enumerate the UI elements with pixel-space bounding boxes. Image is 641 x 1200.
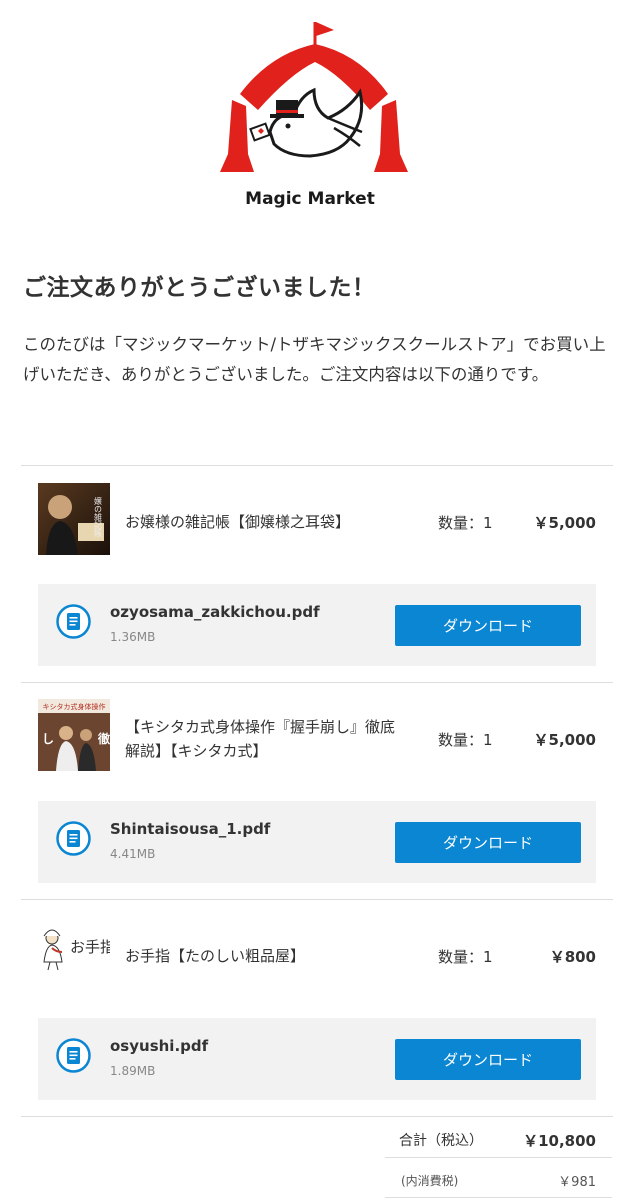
download-button[interactable]: ダウンロード: [395, 822, 581, 863]
total-value: ￥10,800: [523, 1132, 596, 1150]
document-icon: [55, 1037, 92, 1074]
file-size: 4.41MB: [110, 847, 156, 861]
file-size: 1.36MB: [110, 630, 156, 644]
order-item-3: お手指 お手指【たのしい粗品屋】 数量：1 ￥800: [21, 900, 613, 1010]
svg-text:徹: 徹: [97, 731, 110, 746]
order-item-1: 嬢の雑記帳 お嬢様の雑記帳【御嬢様之耳袋】 数量：1 ￥5,000: [21, 466, 613, 576]
file-name: Shintaisousa_1.pdf: [110, 820, 271, 838]
svg-text:し: し: [42, 732, 54, 746]
file-download-box: osyushi.pdf 1.89MB ダウンロード: [38, 1018, 596, 1100]
item-price: ￥800: [549, 948, 596, 966]
brand-wordmark: Magic Market: [245, 189, 375, 209]
item-quantity: 数量：1: [438, 514, 493, 532]
item-name[interactable]: 【キシタカ式身体操作『握手崩し』徹底解説】【キシタカ式】: [125, 715, 395, 763]
download-button[interactable]: ダウンロード: [395, 1039, 581, 1080]
file-name: osyushi.pdf: [110, 1037, 209, 1055]
document-icon: [55, 603, 92, 640]
item-quantity: 数量：1: [438, 948, 493, 966]
item-name[interactable]: お手指【たのしい粗品屋】: [125, 944, 405, 968]
item-price: ￥5,000: [533, 514, 596, 532]
product-thumbnail[interactable]: 嬢の雑記帳: [38, 483, 110, 555]
tax-label: (内消費税): [401, 1174, 459, 1188]
item-price: ￥5,000: [533, 731, 596, 749]
item-name[interactable]: お嬢様の雑記帳【御嬢様之耳袋】: [125, 510, 405, 534]
tent-dove-logo-icon: Magic Market: [220, 22, 408, 209]
thumb-text: 嬢の雑記帳: [94, 496, 103, 538]
thumb-text: キシタカ式身体操作: [43, 702, 106, 711]
tax-value: ￥981: [558, 1175, 596, 1190]
file-size: 1.89MB: [110, 1064, 156, 1078]
magic-market-logo: Magic Market: [210, 14, 410, 214]
divider: [21, 1116, 613, 1117]
tax-row: (内消費税) ￥981: [385, 1158, 612, 1198]
product-thumbnail[interactable]: キシタカ式身体操作 し 徹: [38, 699, 110, 771]
intro-text: このたびは「マジックマーケット/トザキマジックスクールストア」でお買い上げいただ…: [23, 335, 606, 384]
document-icon: [55, 820, 92, 857]
thumb-text: お手指: [70, 938, 110, 956]
total-row: 合計（税込） ￥10,800: [385, 1118, 612, 1158]
download-button[interactable]: ダウンロード: [395, 605, 581, 646]
file-name: ozyosama_zakkichou.pdf: [110, 603, 320, 621]
order-item-2: キシタカ式身体操作 し 徹 【キシタカ式身体操作『握手崩し』徹底解説】【キシタカ…: [21, 683, 613, 793]
file-download-box: ozyosama_zakkichou.pdf 1.36MB ダウンロード: [38, 584, 596, 666]
page-title: ご注文ありがとうございました！: [23, 275, 376, 301]
order-totals: 合計（税込） ￥10,800 (内消費税) ￥981: [385, 1118, 612, 1198]
total-label: 合計（税込）: [399, 1133, 483, 1149]
item-quantity: 数量：1: [438, 731, 493, 749]
file-download-box: Shintaisousa_1.pdf 4.41MB ダウンロード: [38, 801, 596, 883]
product-thumbnail[interactable]: お手指: [38, 916, 110, 988]
